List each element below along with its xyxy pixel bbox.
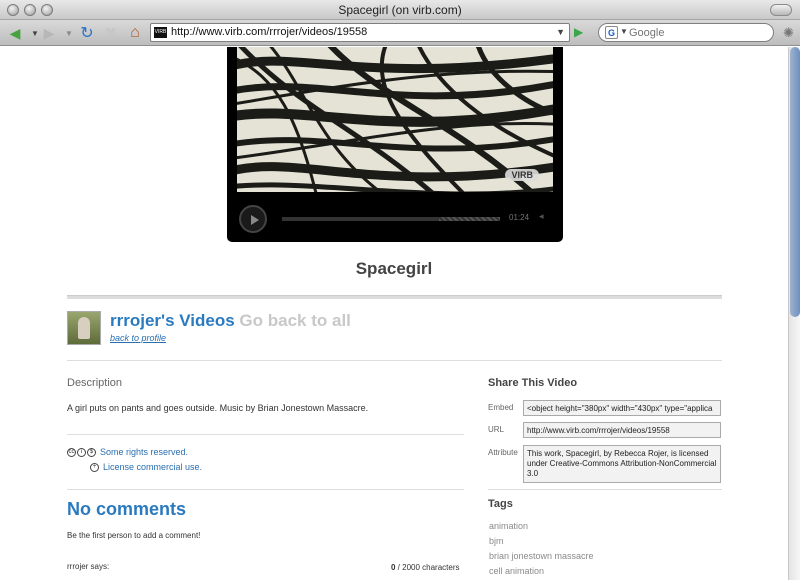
toolbar-toggle-button[interactable] [770,4,792,16]
by-icon: i [77,447,86,457]
window-titlebar: Spacegirl (on virb.com) [0,0,800,20]
tags-divider [488,489,722,490]
video-time: 01:24 [509,213,530,222]
go-arrow-icon[interactable]: ▶ [574,25,583,39]
address-bar[interactable]: VIRB http://www.virb.com/rrrojer/videos/… [150,23,570,42]
engine-chevron-icon[interactable]: ▼ [620,27,628,36]
first-comment-prompt: Be the first person to add a comment! [67,531,201,540]
comment-author-says: rrrojer says: [67,562,110,571]
nc-icon: $ [87,447,96,457]
license-divider [67,434,464,435]
some-rights-row: cc i $ Some rights reserved. [67,447,188,457]
title-divider [67,295,722,299]
site-favicon: VIRB [154,27,167,38]
description-text: A girl puts on pants and goes outside. M… [67,403,369,413]
some-rights-reserved-link[interactable]: Some rights reserved. [100,447,188,457]
comments-divider [67,489,464,490]
address-dropdown-icon[interactable]: ▼ [556,27,565,37]
embed-label: Embed [488,403,514,412]
go-back-to-all-link[interactable]: Go back to all [239,311,350,330]
tag-link[interactable]: animation [489,521,528,531]
share-url-field[interactable]: http://www.virb.com/rrrojer/videos/19558 [523,422,721,438]
video-frame[interactable]: VIRB [237,47,553,192]
tags-heading: Tags [488,498,513,510]
commercial-license-row: + License commercial use. [90,462,202,472]
reload-icon[interactable]: ↻ [76,23,98,43]
volume-icon[interactable]: ◂ [539,211,544,222]
address-url[interactable]: http://www.virb.com/rrrojer/videos/19558 [171,26,367,38]
owner-videos-link[interactable]: rrrojer's Videos [110,311,235,330]
user-avatar[interactable] [67,311,101,345]
cc-icon: cc [67,447,76,457]
video-player[interactable]: VIRB 01:24 ◂ [227,47,563,242]
back-to-profile-link[interactable]: back to profile [110,333,166,343]
browser-toolbar: ◀ ▼ ▶ ▼ ↻ ✖ ⌂ VIRB http://www.virb.com/r… [0,20,800,46]
activity-spinner-icon: ✺ [783,25,794,40]
video-progress-bar[interactable] [282,217,500,221]
google-engine-icon[interactable]: G [605,26,618,39]
virb-watermark: VIRB [505,169,539,181]
back-arrow-icon[interactable]: ◀ [4,23,26,43]
progress-buffer [438,217,500,221]
cc-license-icons: cc i $ [67,447,96,457]
tag-link[interactable]: cell animation [489,566,544,576]
license-commercial-link[interactable]: License commercial use. [103,462,202,472]
forward-arrow-icon[interactable]: ▶ [38,23,60,43]
comments-heading: No comments [67,499,187,519]
section-divider [67,360,722,361]
page-content: VIRB 01:24 ◂ Spacegirl rrrojer's Videos … [0,47,788,580]
page-scrollbar[interactable] [788,47,800,580]
description-label: Description [67,377,123,389]
embed-code-field[interactable]: <object height="380px" width="430px" typ… [523,400,721,416]
attribute-field[interactable]: This work, Spacegirl, by Rebecca Rojer, … [523,445,721,483]
play-button[interactable] [239,205,267,233]
search-input[interactable] [629,26,769,40]
stop-icon[interactable]: ✖ [100,23,122,43]
search-bar[interactable]: G ▼ [598,23,774,42]
character-counter: 0 / 2000 characters [391,563,460,572]
user-videos-heading: rrrojer's Videos Go back to all [110,311,351,331]
url-label: URL [488,425,505,434]
scrollbar-thumb[interactable] [790,47,800,317]
plus-circle-icon: + [90,462,99,472]
character-count-suffix: / 2000 characters [395,563,460,572]
share-heading: Share This Video [488,377,578,389]
video-title: Spacegirl [355,259,433,278]
home-icon[interactable]: ⌂ [124,23,146,43]
tag-link[interactable]: bjm [489,536,504,546]
attribute-label: Attribute [488,448,518,457]
window-title: Spacegirl (on virb.com) [338,3,462,17]
tag-link[interactable]: brian jonestown massacre [489,551,594,561]
